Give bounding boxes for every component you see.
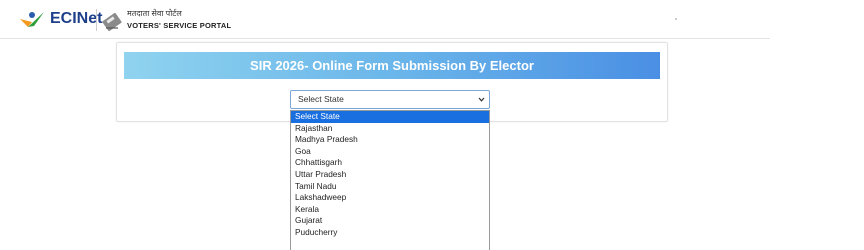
portal-name-english: VOTERS' SERVICE PORTAL <box>127 21 232 30</box>
chevron-down-icon <box>478 97 485 102</box>
eci-logo-icon <box>20 12 44 27</box>
state-option-lakshadweep[interactable]: Lakshadweep <box>291 192 489 204</box>
state-option-puducherry[interactable]: Puducherry <box>291 227 489 239</box>
header-dot <box>675 18 677 20</box>
state-option-chhattisgarh[interactable]: Chhattisgarh <box>291 157 489 169</box>
page: ECINet मतदाता सेवा पोर्टल VOTERS' SERVIC… <box>0 0 864 250</box>
state-option-madhya-pradesh[interactable]: Madhya Pradesh <box>291 134 489 146</box>
state-dropdown-list: Select State Rajasthan Madhya Pradesh Go… <box>290 110 490 250</box>
top-header: ECINet मतदाता सेवा पोर्टल VOTERS' SERVIC… <box>0 0 770 39</box>
state-option-gujarat[interactable]: Gujarat <box>291 215 489 227</box>
ballot-box-icon <box>102 12 122 32</box>
state-option-uttar-pradesh[interactable]: Uttar Pradesh <box>291 169 489 181</box>
logo-text: ECINet <box>50 10 103 27</box>
state-select-value: Select State <box>298 94 344 104</box>
portal-name-hindi: मतदाता सेवा पोर्टल <box>127 9 182 18</box>
state-option-select-state[interactable]: Select State <box>291 111 489 123</box>
state-option-rajasthan[interactable]: Rajasthan <box>291 123 489 135</box>
header-divider <box>96 9 97 31</box>
state-option-kerala[interactable]: Kerala <box>291 204 489 216</box>
form-title-banner: SIR 2026- Online Form Submission By Elec… <box>124 52 660 79</box>
state-option-goa[interactable]: Goa <box>291 146 489 158</box>
state-select[interactable]: Select State <box>290 90 490 109</box>
state-option-tamil-nadu[interactable]: Tamil Nadu <box>291 181 489 193</box>
